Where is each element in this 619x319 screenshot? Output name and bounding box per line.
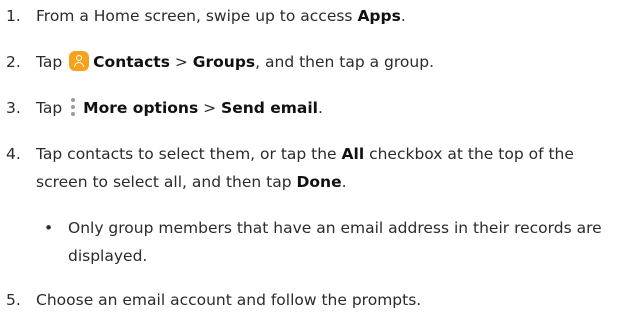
- note-text: Only group members that have an email ad…: [68, 219, 602, 265]
- apps-label: Apps: [357, 7, 401, 25]
- step-text: Tap More options > Send email.: [36, 94, 323, 122]
- step-text-before: From a Home screen, swipe up to access: [36, 7, 358, 25]
- step-text: From a Home screen, swipe up to access A…: [36, 2, 406, 30]
- more-options-label: More options: [83, 99, 199, 117]
- step-text-after: .: [317, 99, 323, 117]
- send-email-label: Send email: [221, 99, 318, 117]
- step-number: 3.: [6, 99, 21, 117]
- step-text-before: Tap contacts to select them, or tap the: [36, 145, 342, 163]
- step-text-after: .: [341, 173, 347, 191]
- separator: >: [198, 99, 222, 117]
- step-text: Tap contacts to select them, or tap the …: [36, 140, 616, 196]
- separator: >: [169, 53, 193, 71]
- step-text: Tap Contacts > Groups, and then tap a gr…: [36, 48, 434, 76]
- step-text-before: Tap: [36, 53, 68, 71]
- step-text: Choose an email account and follow the p…: [36, 291, 422, 309]
- step-number: 2.: [6, 53, 21, 71]
- done-label: Done: [296, 173, 342, 191]
- contacts-label: Contacts: [93, 53, 170, 71]
- step-text-before: Tap: [36, 99, 68, 117]
- step-number: 1.: [6, 7, 21, 25]
- instructions-document: 1. From a Home screen, swipe up to acces…: [0, 0, 619, 319]
- groups-label: Groups: [192, 53, 256, 71]
- step-text-after: .: [400, 7, 406, 25]
- step-number: 4.: [6, 145, 21, 163]
- step-number: 5.: [6, 291, 21, 309]
- all-label: All: [341, 145, 365, 163]
- step-text-after: , and then tap a group.: [255, 53, 434, 71]
- contacts-icon: [69, 51, 90, 71]
- more-options-icon: [69, 97, 77, 117]
- bullet-icon: •: [44, 219, 54, 237]
